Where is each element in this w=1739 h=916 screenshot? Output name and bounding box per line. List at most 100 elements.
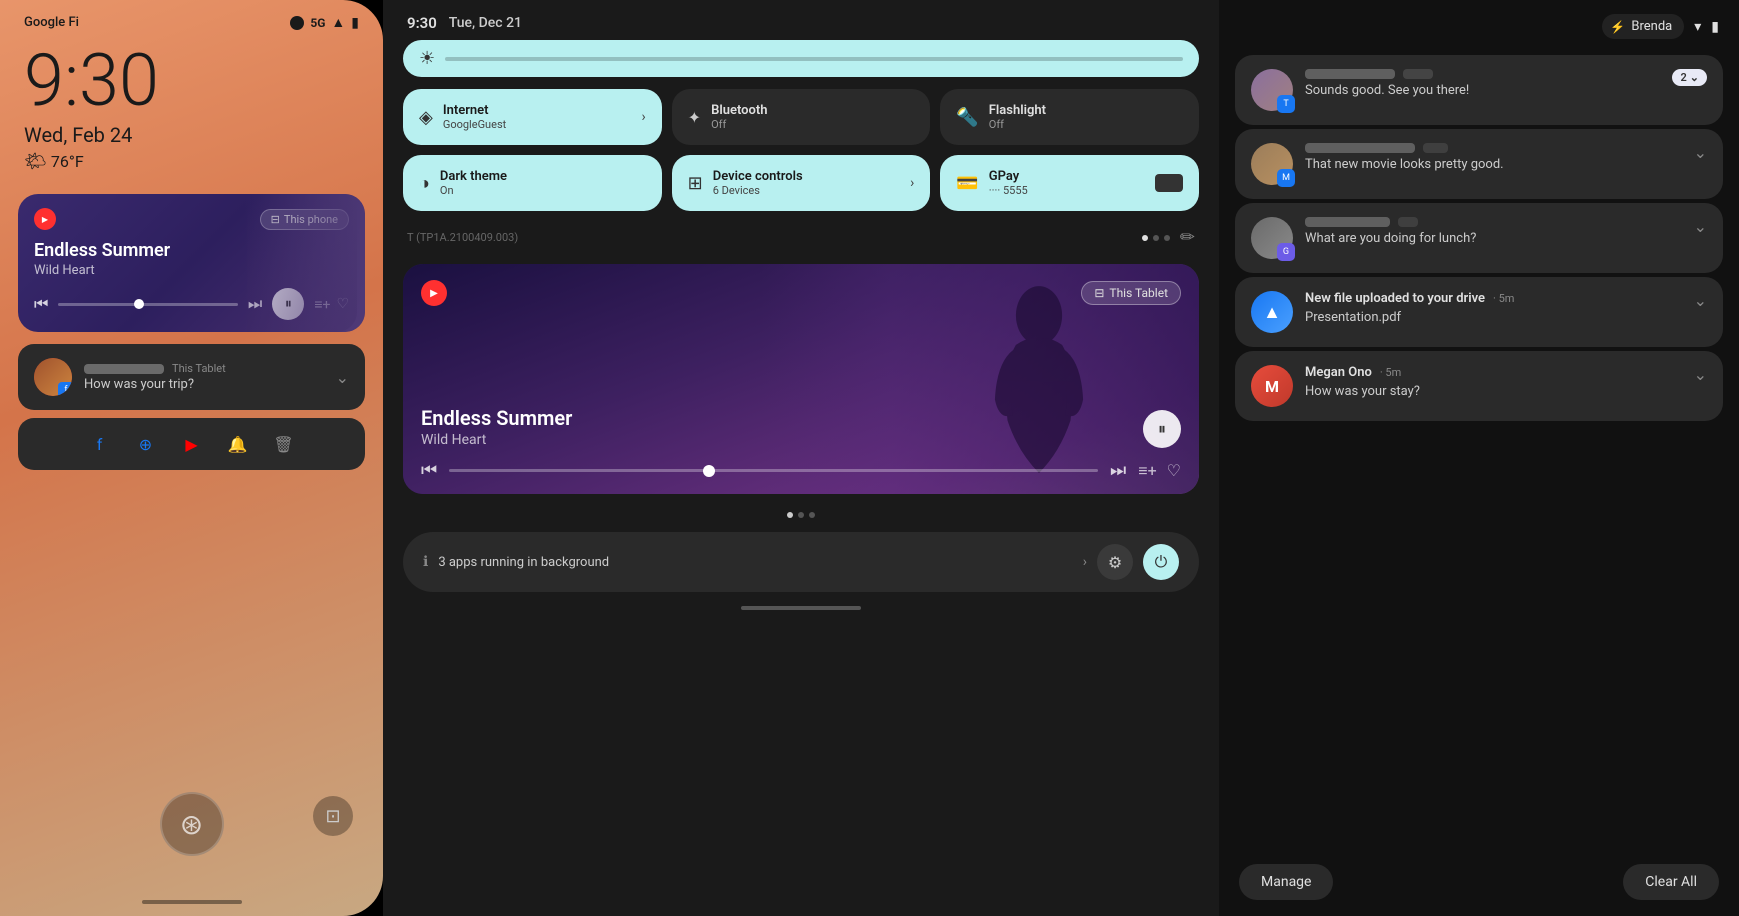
charging-icon: ⚡	[1610, 20, 1625, 34]
media-progress-bar[interactable]	[449, 469, 1098, 472]
expand-icon[interactable]: ⌄	[1694, 365, 1707, 384]
nc-avatar-drive: ▲	[1251, 291, 1293, 333]
qs-tile-gpay[interactable]: 💳 GPay ···· 5555	[940, 155, 1199, 211]
notif-message: How was your trip?	[84, 377, 324, 392]
nc-count-badge: 2 ⌄	[1672, 69, 1707, 86]
qs-tile-internet-text: Internet GoogleGuest	[443, 103, 632, 131]
nc-name-bar	[1305, 143, 1415, 153]
notifications-footer: Manage Clear All	[1219, 854, 1739, 916]
gpay-label: GPay	[989, 169, 1145, 184]
notification-item[interactable]: ▲ New file uploaded to your drive · 5m P…	[1235, 277, 1723, 347]
nc-message-sunita: Sounds good. See you there!	[1305, 82, 1660, 100]
phone-status-bar: Google Fi 5G ▲ ▮	[0, 0, 383, 37]
media-card[interactable]: ▶ ⊟ This Tablet Endless Summer Wild Hear…	[403, 264, 1199, 494]
notif-content: This Tablet How was your trip?	[84, 362, 324, 392]
weather-icon: 🌤	[24, 151, 47, 172]
qs-tile-bluetooth[interactable]: ✦ Bluetooth Off	[672, 89, 931, 145]
internet-label: Internet	[443, 103, 632, 118]
nc-name-bar-2	[1398, 217, 1418, 227]
phone-notification[interactable]: f This Tablet How was your trip? ⌄	[18, 344, 365, 410]
brightness-icon: ☀	[419, 48, 435, 69]
tablet-date: Tue, Dec 21	[449, 15, 522, 31]
page-dots	[1142, 235, 1170, 241]
expand-button[interactable]: ⌄	[336, 368, 349, 387]
network-type: 5G	[310, 16, 325, 30]
dot-3	[1164, 235, 1170, 241]
media-dot-1	[787, 512, 793, 518]
qs-tile-devicecontrols[interactable]: ⊞ Device controls 6 Devices ›	[672, 155, 931, 211]
bell-icon[interactable]: 🔔	[224, 430, 252, 458]
qs-tile-darktheme[interactable]: ◑ Dark theme On	[403, 155, 662, 211]
qs-tile-bluetooth-text: Bluetooth Off	[711, 103, 914, 131]
media-prev-button[interactable]: ⏮	[421, 460, 437, 481]
tablet-status-bar: 9:30 Tue, Dec 21	[383, 0, 1219, 40]
nc-content-sunita: Sounds good. See you there!	[1305, 69, 1660, 100]
brightness-row[interactable]: ☀	[403, 40, 1199, 77]
fingerprint-button[interactable]: ⊛	[160, 792, 224, 856]
nc-avatar-patrick: G	[1251, 217, 1293, 259]
media-info-row: Endless Summer Wild Heart ⏸	[421, 406, 1181, 448]
devicecontrols-label: Device controls	[713, 169, 900, 184]
media-header: ▶ ⊟ This Tablet	[421, 280, 1181, 306]
manage-button[interactable]: Manage	[1239, 864, 1333, 900]
expand-icon[interactable]: ⌄	[1694, 143, 1707, 162]
nc-count-chevron: ⌄	[1690, 71, 1699, 84]
phone-carrier: Google Fi	[24, 15, 79, 30]
media-pause-button[interactable]: ⏸	[1143, 410, 1181, 448]
notif-app-badge: f	[58, 382, 72, 396]
nc-name-drive: New file uploaded to your drive	[1305, 291, 1485, 306]
internet-sub: GoogleGuest	[443, 118, 632, 131]
media-play-indicator: ▶	[421, 280, 447, 306]
expand-icon[interactable]: ⌄	[1694, 217, 1707, 236]
expand-icon[interactable]: ⌄	[1694, 291, 1707, 310]
bluetooth-sub: Off	[711, 118, 914, 131]
darktheme-icon: ◑	[419, 173, 430, 194]
youtube-icon[interactable]: ▶	[178, 430, 206, 458]
media-queue-button[interactable]: ≡+	[1138, 461, 1156, 481]
bluetooth-icon: ✦	[688, 108, 701, 127]
tablet-home-indicator	[741, 606, 861, 610]
darktheme-label: Dark theme	[440, 169, 646, 184]
trash-icon[interactable]: 🗑	[270, 430, 298, 458]
media-device-label: This Tablet	[1109, 286, 1168, 300]
music-play-indicator: ▶	[34, 208, 56, 230]
flashlight-icon: 🔦	[956, 107, 978, 128]
nc-content-megan: Megan Ono · 5m How was your stay?	[1305, 365, 1682, 401]
bluetooth-label: Bluetooth	[711, 103, 914, 118]
media-page-dots	[383, 512, 1219, 518]
clear-all-button[interactable]: Clear All	[1623, 864, 1719, 900]
flashlight-sub: Off	[989, 118, 1183, 131]
notification-item[interactable]: M Megan Ono · 5m How was your stay? ⌄	[1235, 351, 1723, 421]
prev-track-button[interactable]: ⏮	[34, 294, 48, 314]
internet-arrow: ›	[641, 109, 645, 125]
nc-badge-messenger: M	[1277, 169, 1295, 187]
phone-status-icons: 5G ▲ ▮	[290, 14, 359, 31]
info-icon: ℹ	[423, 554, 428, 570]
tablet-bottom-bar[interactable]: ℹ 3 apps running in background › ⚙ ⏻	[403, 532, 1199, 592]
music-progress-bar[interactable]	[58, 303, 238, 306]
phone-music-widget[interactable]: ▶ ⊟ This phone Endless Summer Wild Heart…	[18, 194, 365, 332]
settings-button[interactable]: ⚙	[1097, 544, 1133, 580]
qs-tiles-grid: ◈ Internet GoogleGuest › ✦ Bluetooth Off…	[403, 89, 1199, 211]
media-like-button[interactable]: ♡	[1167, 461, 1181, 480]
edit-button[interactable]: ✏	[1180, 227, 1195, 248]
dot-2	[1153, 235, 1159, 241]
facebook-app-icon[interactable]: f	[86, 430, 114, 458]
notification-item[interactable]: G What are you doing for lunch? ⌄	[1235, 203, 1723, 273]
fb-messenger-icon[interactable]: ⊕	[132, 430, 160, 458]
qs-tile-flashlight[interactable]: 🔦 Flashlight Off	[940, 89, 1199, 145]
power-button[interactable]: ⏻	[1143, 544, 1179, 580]
battery-icon: ▮	[351, 15, 359, 31]
progress-thumb	[134, 299, 144, 309]
qs-tile-internet[interactable]: ◈ Internet GoogleGuest ›	[403, 89, 662, 145]
weather-temp: 76°F	[51, 152, 84, 171]
gpay-icon: 💳	[956, 173, 978, 194]
home-indicator	[142, 900, 242, 904]
notification-item[interactable]: T Sounds good. See you there! 2 ⌄	[1235, 55, 1723, 125]
recents-button[interactable]: ⊡	[313, 796, 353, 836]
media-next-button[interactable]: ⏭	[1110, 460, 1126, 481]
notification-item[interactable]: M That new movie looks pretty good. ⌄	[1235, 129, 1723, 199]
camera-dot	[290, 16, 304, 30]
brightness-track[interactable]	[445, 57, 1183, 61]
media-device-badge[interactable]: ⊟ This Tablet	[1081, 281, 1181, 305]
